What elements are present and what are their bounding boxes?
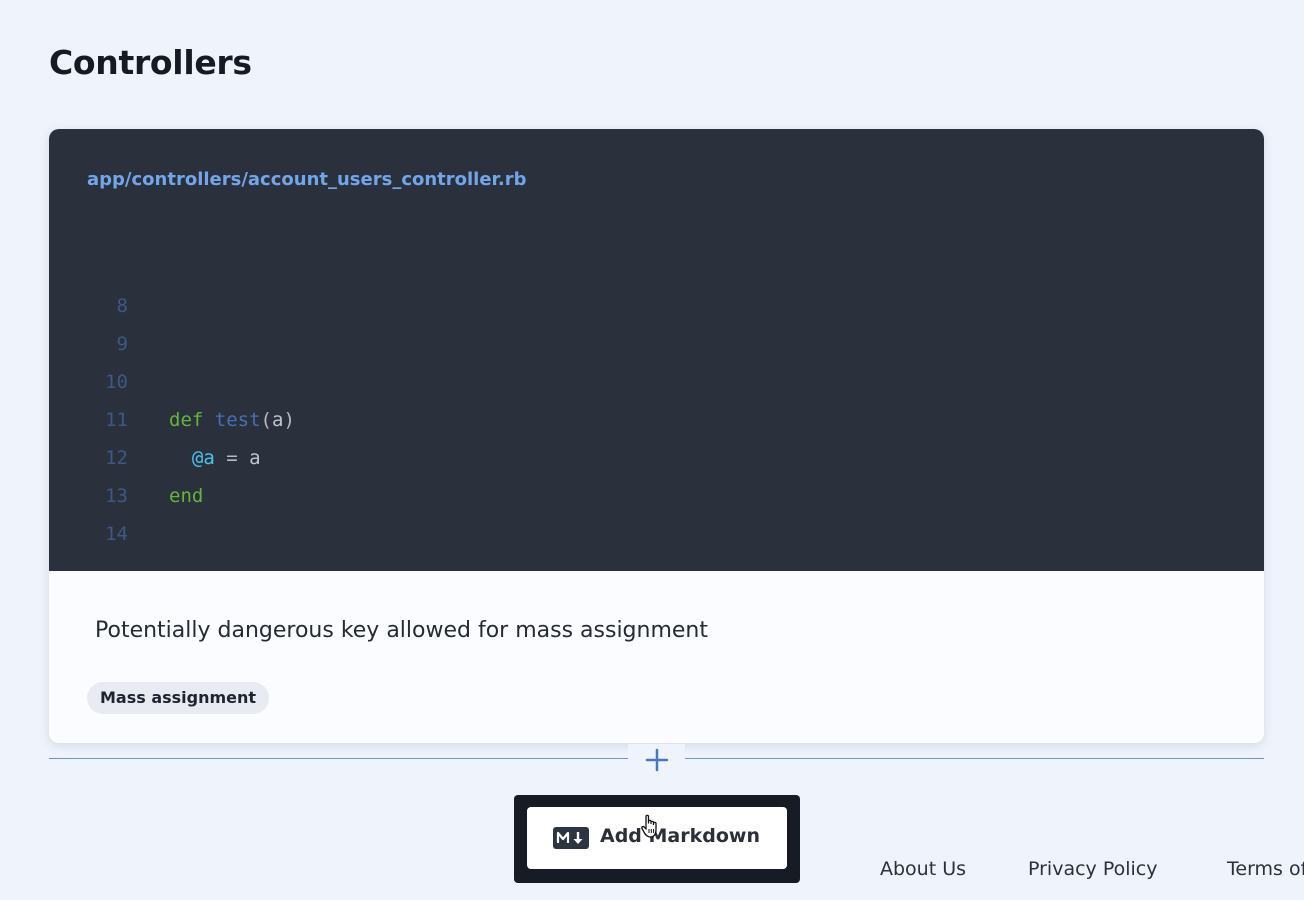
code-line: 11 @a = a — [49, 363, 1264, 469]
finding-card: app/controllers/account_users_controller… — [49, 129, 1264, 743]
code-line: 12 end — [49, 401, 1264, 507]
hand-cursor-icon — [641, 814, 657, 838]
footer-link-about[interactable]: About Us — [880, 858, 966, 880]
plus-icon — [645, 748, 669, 772]
code-line: 13 — [49, 439, 1264, 507]
code-line: 14 — [49, 477, 1264, 545]
add-markdown-label: Add Markdown — [600, 825, 760, 847]
finding-tag: Mass assignment — [87, 682, 270, 714]
footer-link-privacy[interactable]: Privacy Policy — [1028, 858, 1157, 880]
code-lines: 8 9 10 def test(a) 11 @a = a 12 end 13 1… — [49, 249, 1264, 545]
add-block-button[interactable] — [628, 744, 685, 774]
finding-description: Potentially dangerous key allowed for ma… — [95, 618, 709, 643]
footer-link-terms[interactable]: Terms of Use — [1227, 858, 1304, 880]
code-line: 9 — [49, 287, 1264, 355]
markdown-icon — [553, 827, 589, 849]
section-title: Controllers — [49, 43, 252, 82]
line-number: 14 — [105, 523, 128, 545]
code-line: 10 def test(a) — [49, 325, 1264, 431]
file-path-link[interactable]: app/controllers/account_users_controller… — [87, 169, 526, 190]
code-line: 8 — [49, 249, 1264, 317]
code-snippet: app/controllers/account_users_controller… — [49, 129, 1264, 571]
